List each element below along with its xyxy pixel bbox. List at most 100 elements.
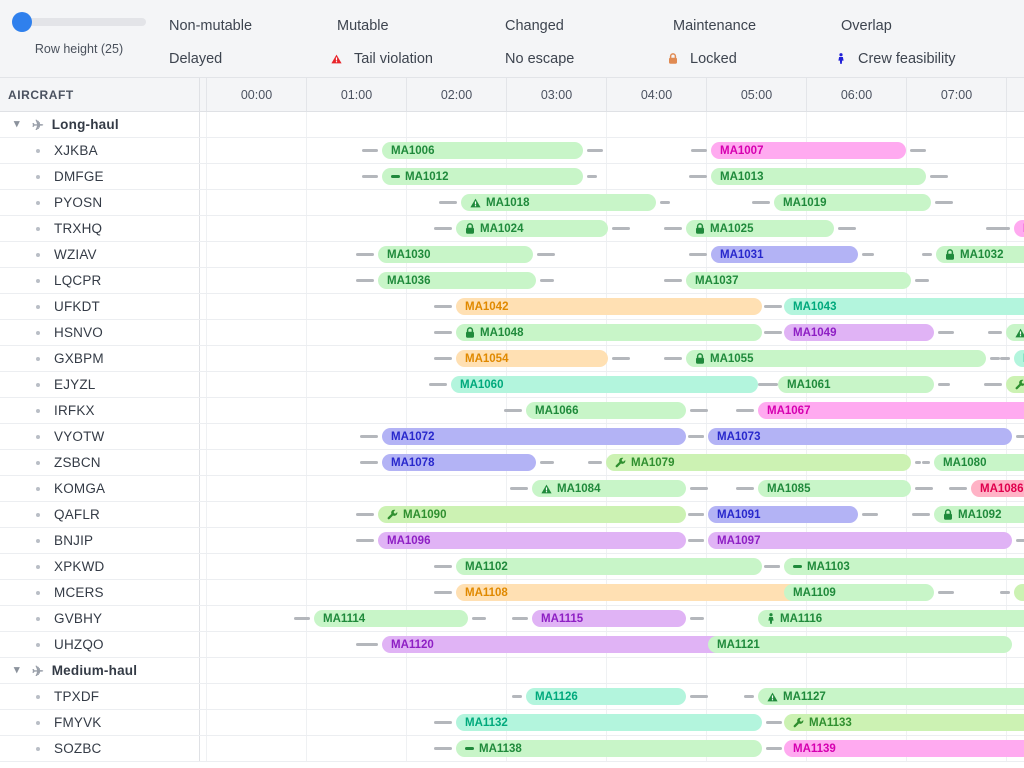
aircraft-cell[interactable]: LQCPR bbox=[0, 268, 200, 293]
flight-bar[interactable]: MA1096 bbox=[378, 532, 686, 549]
flight-bar[interactable]: MA1042 bbox=[456, 298, 762, 315]
slider-thumb[interactable] bbox=[12, 12, 32, 32]
aircraft-cell[interactable]: IRFKX bbox=[0, 398, 200, 423]
flight-bar[interactable]: MA1091 bbox=[708, 506, 858, 523]
timeline-lane[interactable]: MA1120 MA1121 bbox=[200, 632, 1024, 657]
timeline-lane[interactable]: MA1126 MA1127 bbox=[200, 684, 1024, 709]
timeline-lane[interactable]: MA1138 MA1139 bbox=[200, 736, 1024, 761]
aircraft-cell[interactable]: SOZBC bbox=[0, 736, 200, 761]
aircraft-cell[interactable]: KOMGA bbox=[0, 476, 200, 501]
chevron-down-icon[interactable]: ▾ bbox=[14, 119, 28, 130]
timeline-lane[interactable]: MA1048 MA1049 MA1050 bbox=[200, 320, 1024, 345]
group-header-long-haul[interactable]: ▾ ✈ Long-haul bbox=[0, 112, 200, 137]
aircraft-cell[interactable]: GVBHY bbox=[0, 606, 200, 631]
flight-bar[interactable]: MA1126 bbox=[526, 688, 686, 705]
flight-bar[interactable]: MA1050 bbox=[1006, 324, 1024, 341]
timeline-lane[interactable]: MA1018 MA1019 bbox=[200, 190, 1024, 215]
flight-bar[interactable]: MA1024 bbox=[456, 220, 608, 237]
flight-bar[interactable]: MA1060 bbox=[451, 376, 758, 393]
timeline-lane[interactable]: MA1078 MA1079 MA1080 bbox=[200, 450, 1024, 475]
flight-bar[interactable]: MA1102 bbox=[456, 558, 762, 575]
flight-bar[interactable]: MA1056 bbox=[1014, 350, 1024, 367]
timeline-lane[interactable]: MA1090 MA1091 MA1092 bbox=[200, 502, 1024, 527]
timeline-lane[interactable]: MA1072 MA1073 bbox=[200, 424, 1024, 449]
timeline-lane[interactable] bbox=[200, 658, 1024, 683]
flight-bar[interactable]: MA1066 bbox=[526, 402, 686, 419]
aircraft-cell[interactable]: BNJIP bbox=[0, 528, 200, 553]
flight-bar[interactable]: MA1097 bbox=[708, 532, 1012, 549]
flight-bar[interactable]: MA1103 bbox=[784, 558, 1024, 575]
aircraft-cell[interactable]: TPXDF bbox=[0, 684, 200, 709]
flight-bar[interactable]: MA1080 bbox=[934, 454, 1024, 471]
flight-bar[interactable]: MA1054 bbox=[456, 350, 608, 367]
aircraft-cell[interactable]: MCERS bbox=[0, 580, 200, 605]
flight-bar[interactable]: MA1062 bbox=[1006, 376, 1024, 393]
flight-bar[interactable]: MA1090 bbox=[378, 506, 686, 523]
flight-bar[interactable]: MA1055 bbox=[686, 350, 986, 367]
flight-bar[interactable]: MA1085 bbox=[758, 480, 911, 497]
aircraft-cell[interactable]: UFKDT bbox=[0, 294, 200, 319]
flight-bar[interactable]: MA1079 bbox=[606, 454, 911, 471]
flight-bar[interactable]: MA1138 bbox=[456, 740, 762, 757]
flight-bar[interactable]: MA1121 bbox=[708, 636, 1012, 653]
row-height-slider[interactable] bbox=[12, 12, 146, 32]
timeline-lane[interactable]: MA1132 MA1133 bbox=[200, 710, 1024, 735]
aircraft-cell[interactable]: XJKBA bbox=[0, 138, 200, 163]
flight-bar[interactable]: MA1086 bbox=[971, 480, 1024, 497]
flight-bar[interactable]: MA1139 bbox=[784, 740, 1024, 757]
timeline-lane[interactable]: MA1042 MA1043 bbox=[200, 294, 1024, 319]
aircraft-cell[interactable]: XPKWD bbox=[0, 554, 200, 579]
flight-bar[interactable]: MA1110 bbox=[1014, 584, 1024, 601]
flight-bar[interactable]: MA1067 bbox=[758, 402, 1024, 419]
flight-bar[interactable]: MA1048 bbox=[456, 324, 762, 341]
group-header-medium-haul[interactable]: ▾ ✈ Medium-haul bbox=[0, 658, 200, 683]
aircraft-cell[interactable]: VYOTW bbox=[0, 424, 200, 449]
aircraft-cell[interactable]: DMFGE bbox=[0, 164, 200, 189]
timeline-lane[interactable]: MA1036 MA1037 bbox=[200, 268, 1024, 293]
flight-bar[interactable]: MA1061 bbox=[778, 376, 934, 393]
flight-bar[interactable]: MA1030 bbox=[378, 246, 533, 263]
flight-bar[interactable]: MA1084 bbox=[532, 480, 686, 497]
flight-bar[interactable]: MA1132 bbox=[456, 714, 762, 731]
flight-bar[interactable]: MA1007 bbox=[711, 142, 906, 159]
flight-bar[interactable]: MA1031 bbox=[711, 246, 858, 263]
flight-bar[interactable]: MA1078 bbox=[382, 454, 536, 471]
flight-bar[interactable]: MA1037 bbox=[686, 272, 911, 289]
flight-bar[interactable]: MA1115 bbox=[532, 610, 686, 627]
flight-bar[interactable]: MA1032 bbox=[936, 246, 1024, 263]
aircraft-cell[interactable]: ZSBCN bbox=[0, 450, 200, 475]
timeline-lane[interactable]: MA1114 MA1115 MA1116 bbox=[200, 606, 1024, 631]
flight-bar[interactable]: MA1114 bbox=[314, 610, 468, 627]
flight-bar[interactable]: MA1026 bbox=[1014, 220, 1024, 237]
flight-bar[interactable]: MA1109 bbox=[784, 584, 934, 601]
chevron-down-icon[interactable]: ▾ bbox=[14, 665, 28, 676]
flight-bar[interactable]: MA1072 bbox=[382, 428, 686, 445]
timeline-lane[interactable]: MA1060 MA1061 MA1062 bbox=[200, 372, 1024, 397]
flight-bar[interactable]: MA1006 bbox=[382, 142, 583, 159]
aircraft-cell[interactable]: WZIAV bbox=[0, 242, 200, 267]
flight-bar[interactable]: MA1116 bbox=[758, 610, 1024, 627]
aircraft-cell[interactable]: UHZQO bbox=[0, 632, 200, 657]
flight-bar[interactable]: MA1013 bbox=[711, 168, 926, 185]
flight-bar[interactable]: MA1073 bbox=[708, 428, 1012, 445]
flight-bar[interactable]: MA1019 bbox=[774, 194, 931, 211]
flight-bar[interactable]: MA1025 bbox=[686, 220, 834, 237]
timeline-lane[interactable]: MA1108 MA1109 MA1110 bbox=[200, 580, 1024, 605]
flight-bar[interactable]: MA1012 bbox=[382, 168, 583, 185]
flight-bar[interactable]: MA1127 bbox=[758, 688, 1024, 705]
aircraft-cell[interactable]: TRXHQ bbox=[0, 216, 200, 241]
flight-bar[interactable]: MA1133 bbox=[784, 714, 1024, 731]
timeline-lane[interactable]: MA1024 MA1025 MA1026 bbox=[200, 216, 1024, 241]
flight-bar[interactable]: MA1049 bbox=[784, 324, 934, 341]
timeline-lane[interactable]: MA1030 MA1031 MA1032 bbox=[200, 242, 1024, 267]
flight-bar[interactable]: MA1036 bbox=[378, 272, 536, 289]
timeline-lane[interactable]: MA1102 MA1103 bbox=[200, 554, 1024, 579]
flight-bar[interactable]: MA1018 bbox=[461, 194, 656, 211]
timeline-lane[interactable]: MA1054 MA1055 MA1056 bbox=[200, 346, 1024, 371]
aircraft-cell[interactable]: FMYVK bbox=[0, 710, 200, 735]
flight-bar[interactable]: MA1043 bbox=[784, 298, 1024, 315]
aircraft-cell[interactable]: QAFLR bbox=[0, 502, 200, 527]
flight-bar[interactable]: MA1092 bbox=[934, 506, 1024, 523]
timeline-lane[interactable]: MA1066 MA1067 bbox=[200, 398, 1024, 423]
timeline-lane[interactable]: MA1096 MA1097 bbox=[200, 528, 1024, 553]
